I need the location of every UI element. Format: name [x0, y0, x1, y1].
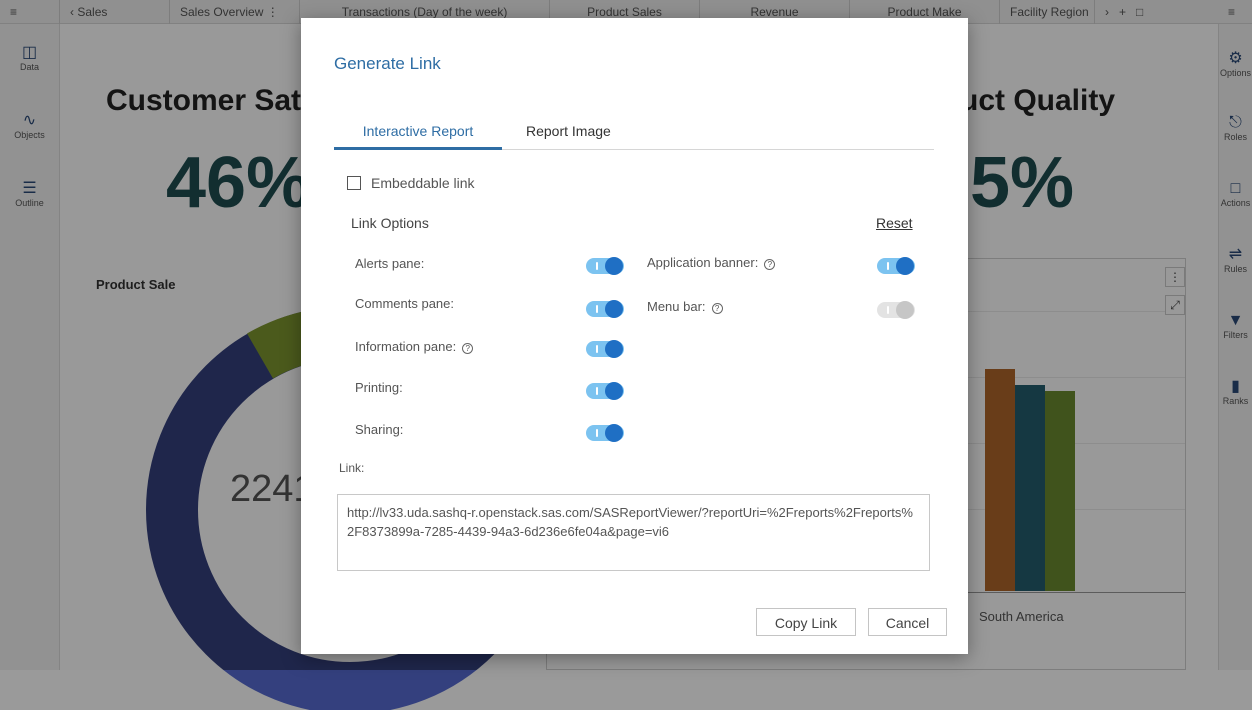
link-url-field[interactable]: http://lv33.uda.sashq-r.openstack.sas.co… [337, 494, 930, 571]
cancel-button[interactable]: Cancel [868, 608, 947, 636]
link-label: Link: [339, 461, 365, 475]
help-icon[interactable]: ? [462, 343, 474, 354]
alerts-pane-toggle[interactable] [586, 257, 624, 275]
information-pane-toggle[interactable] [586, 340, 624, 358]
help-icon[interactable]: ? [764, 259, 776, 270]
printing-toggle[interactable] [586, 382, 624, 400]
comments-pane-label: Comments pane: [355, 296, 454, 311]
embeddable-link-label: Embeddable link [371, 175, 475, 191]
dialog-title: Generate Link [334, 54, 441, 73]
generate-link-dialog: Generate Link Interactive Report Report … [301, 18, 968, 654]
alerts-pane-label: Alerts pane: [355, 256, 425, 271]
copy-link-button[interactable]: Copy Link [756, 608, 856, 636]
comments-pane-toggle[interactable] [586, 300, 624, 318]
menu-bar-toggle [877, 301, 915, 319]
sharing-toggle[interactable] [586, 424, 624, 442]
tab-report-image[interactable]: Report Image [526, 120, 626, 150]
information-pane-label: Information pane:? [355, 339, 474, 354]
reset-link[interactable]: Reset [876, 215, 913, 231]
menu-bar-label: Menu bar:? [647, 299, 723, 314]
embeddable-link-checkbox[interactable] [347, 176, 361, 190]
help-icon[interactable]: ? [711, 303, 723, 314]
application-banner-toggle[interactable] [877, 257, 915, 275]
dialog-tabs: Interactive Report Report Image [334, 120, 934, 150]
sharing-label: Sharing: [355, 422, 404, 437]
embeddable-link-option[interactable]: Embeddable link [347, 175, 475, 191]
link-options-heading: Link Options [351, 215, 429, 231]
printing-label: Printing: [355, 380, 403, 395]
tab-interactive-report[interactable]: Interactive Report [334, 120, 502, 150]
application-banner-label: Application banner:? [647, 255, 776, 270]
